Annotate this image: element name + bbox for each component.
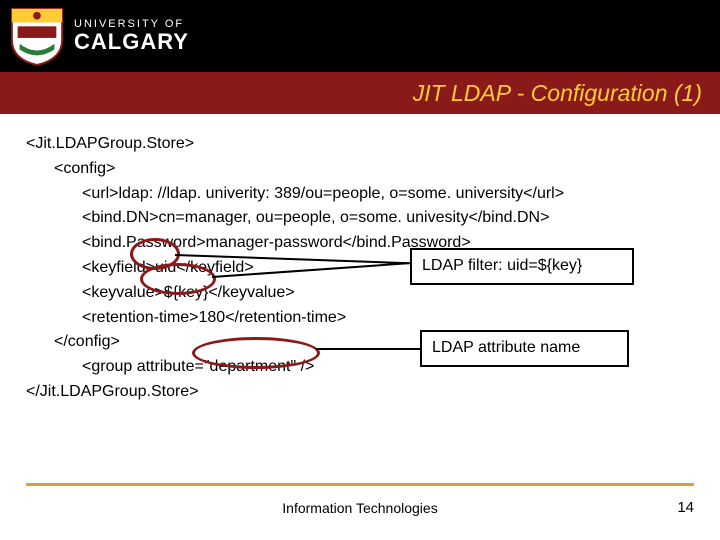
- code-line: <config>: [26, 157, 694, 182]
- callout-ldap-attr: LDAP attribute name: [420, 330, 629, 367]
- code-line: <Jit.LDAPGroup.Store>: [26, 132, 694, 157]
- connector-line: [316, 348, 420, 350]
- callout-ldap-filter: LDAP filter: uid=${key}: [410, 248, 634, 285]
- code-line: <bind.DN>cn=manager, ou=people, o=some. …: [26, 206, 694, 231]
- divider: [26, 483, 694, 486]
- highlight-ring-department: [192, 337, 320, 369]
- slide-body: <Jit.LDAPGroup.Store> <config> <url>ldap…: [0, 114, 720, 405]
- slide-title: JIT LDAP - Configuration (1): [413, 80, 702, 107]
- title-bar: JIT LDAP - Configuration (1): [0, 72, 720, 114]
- code-line: </Jit.LDAPGroup.Store>: [26, 380, 694, 405]
- footer-org: Information Technologies: [0, 500, 720, 516]
- highlight-ring-key: [140, 263, 216, 295]
- code-line: <retention-time>180</retention-time>: [26, 306, 694, 331]
- header-black-bar: UNIVERSITY OF CALGARY: [0, 0, 720, 72]
- code-line: <url>ldap: //ldap. univerity: 389/ou=peo…: [26, 182, 694, 207]
- university-crest-icon: [8, 5, 66, 67]
- uni-line2: CALGARY: [74, 30, 189, 53]
- page-number: 14: [677, 499, 694, 516]
- callout-text: LDAP attribute name: [432, 339, 580, 356]
- university-wordmark: UNIVERSITY OF CALGARY: [74, 19, 189, 54]
- callout-text: LDAP filter: uid=${key}: [422, 257, 582, 274]
